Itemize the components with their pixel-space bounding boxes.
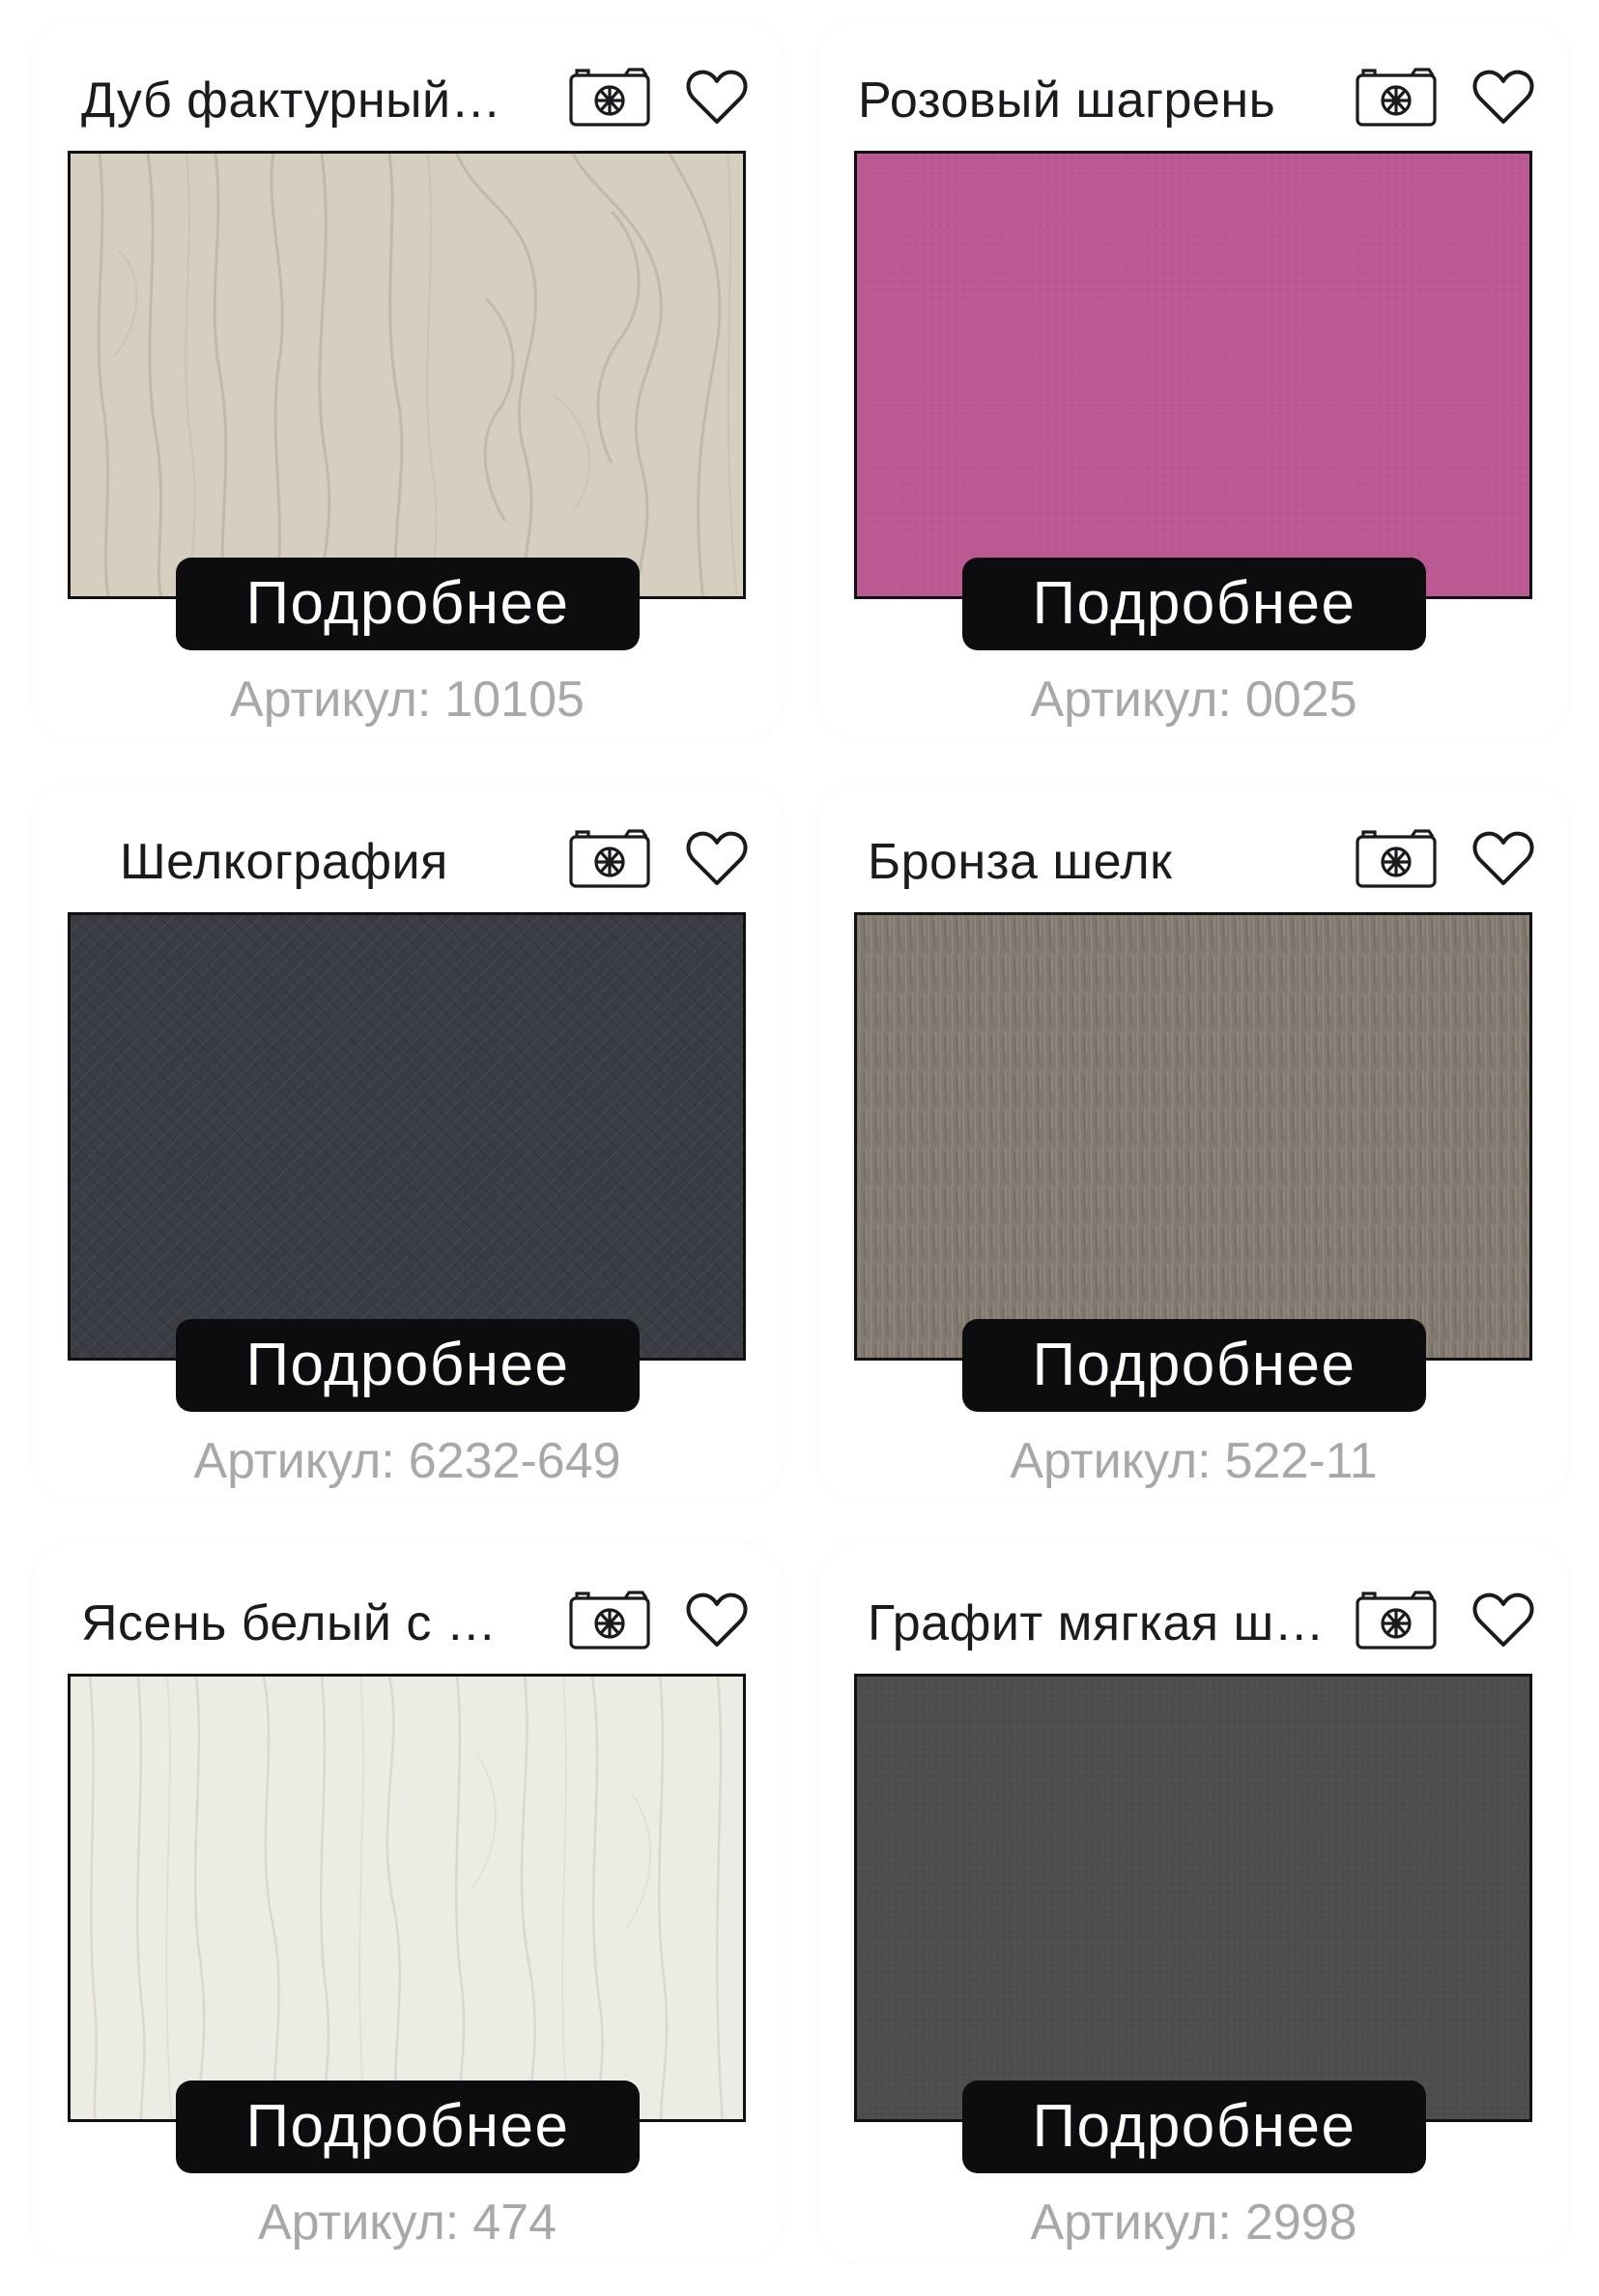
details-button[interactable]: Подробнее <box>962 558 1426 650</box>
article-number: Артикул: 0025 <box>819 669 1568 731</box>
heart-outline-icon[interactable] <box>685 66 749 129</box>
article-number: Артикул: 522-11 <box>819 1430 1568 1492</box>
details-button[interactable]: Подробнее <box>176 2081 640 2173</box>
article-value: 10105 <box>444 672 585 728</box>
article-label: Артикул: <box>1010 1433 1212 1489</box>
article-label: Артикул: <box>230 672 432 728</box>
product-title: Розовый шагрень <box>858 72 1276 129</box>
product-title: Графит мягкая ш… <box>868 1595 1326 1651</box>
heart-outline-icon[interactable] <box>685 827 749 891</box>
card-header: Бронза шелк <box>819 783 1568 899</box>
article-number: Артикул: 6232-649 <box>33 1430 782 1492</box>
camera-icon[interactable] <box>569 68 650 128</box>
product-card: Графит мягкая ш… Подробнее Артикул: 2998 <box>819 1544 1568 2261</box>
camera-icon[interactable] <box>569 1591 650 1650</box>
texture-swatch-image <box>68 151 746 599</box>
heart-outline-icon[interactable] <box>1471 827 1535 891</box>
heart-outline-icon[interactable] <box>1471 1589 1535 1652</box>
details-button[interactable]: Подробнее <box>176 558 640 650</box>
texture-swatch-image <box>854 151 1532 599</box>
product-title: Бронза шелк <box>868 834 1173 890</box>
article-value: 474 <box>472 2195 557 2251</box>
heart-outline-icon[interactable] <box>685 1589 749 1652</box>
texture-swatch-image <box>68 1674 746 2122</box>
article-label: Артикул: <box>1030 2195 1232 2251</box>
article-number: Артикул: 2998 <box>819 2192 1568 2253</box>
card-header: Ясень белый с … <box>33 1544 782 1660</box>
product-card: Шелкография Подробнее Артикул: 6232-649 <box>33 783 782 1500</box>
card-header: Розовый шагрень <box>819 21 1568 137</box>
product-grid: Дуб фактурный… Подробнее Артикул: 10105 … <box>0 0 1599 2296</box>
article-value: 522-11 <box>1224 1433 1378 1489</box>
article-value: 6232-649 <box>408 1433 621 1489</box>
card-header: Шелкография <box>33 783 782 899</box>
article-number: Артикул: 474 <box>33 2192 782 2253</box>
article-label: Артикул: <box>1030 672 1232 728</box>
product-card: Бронза шелк Подробнее Артикул: 522-11 <box>819 783 1568 1500</box>
details-button[interactable]: Подробнее <box>176 1319 640 1412</box>
camera-icon[interactable] <box>1356 829 1437 889</box>
product-card: Дуб фактурный… Подробнее Артикул: 10105 <box>33 21 782 738</box>
details-button[interactable]: Подробнее <box>962 1319 1426 1412</box>
article-label: Артикул: <box>257 2195 460 2251</box>
card-header: Дуб фактурный… <box>33 21 782 137</box>
texture-swatch-image <box>854 1674 1532 2122</box>
camera-icon[interactable] <box>1356 1591 1437 1650</box>
texture-swatch-image <box>68 912 746 1361</box>
heart-outline-icon[interactable] <box>1471 66 1535 129</box>
article-value: 2998 <box>1244 2195 1357 2251</box>
article-number: Артикул: 10105 <box>33 669 782 731</box>
product-card: Ясень белый с … Подробнее Артикул: 474 <box>33 1544 782 2261</box>
texture-swatch-image <box>854 912 1532 1361</box>
product-title: Ясень белый с … <box>81 1595 498 1651</box>
product-title: Дуб фактурный… <box>81 72 502 129</box>
product-title: Шелкография <box>120 834 448 890</box>
details-button[interactable]: Подробнее <box>962 2081 1426 2173</box>
article-label: Артикул: <box>193 1433 395 1489</box>
card-header: Графит мягкая ш… <box>819 1544 1568 1660</box>
article-value: 0025 <box>1244 672 1357 728</box>
camera-icon[interactable] <box>1356 68 1437 128</box>
camera-icon[interactable] <box>569 829 650 889</box>
product-card: Розовый шагрень Подробнее Артикул: 0025 <box>819 21 1568 738</box>
